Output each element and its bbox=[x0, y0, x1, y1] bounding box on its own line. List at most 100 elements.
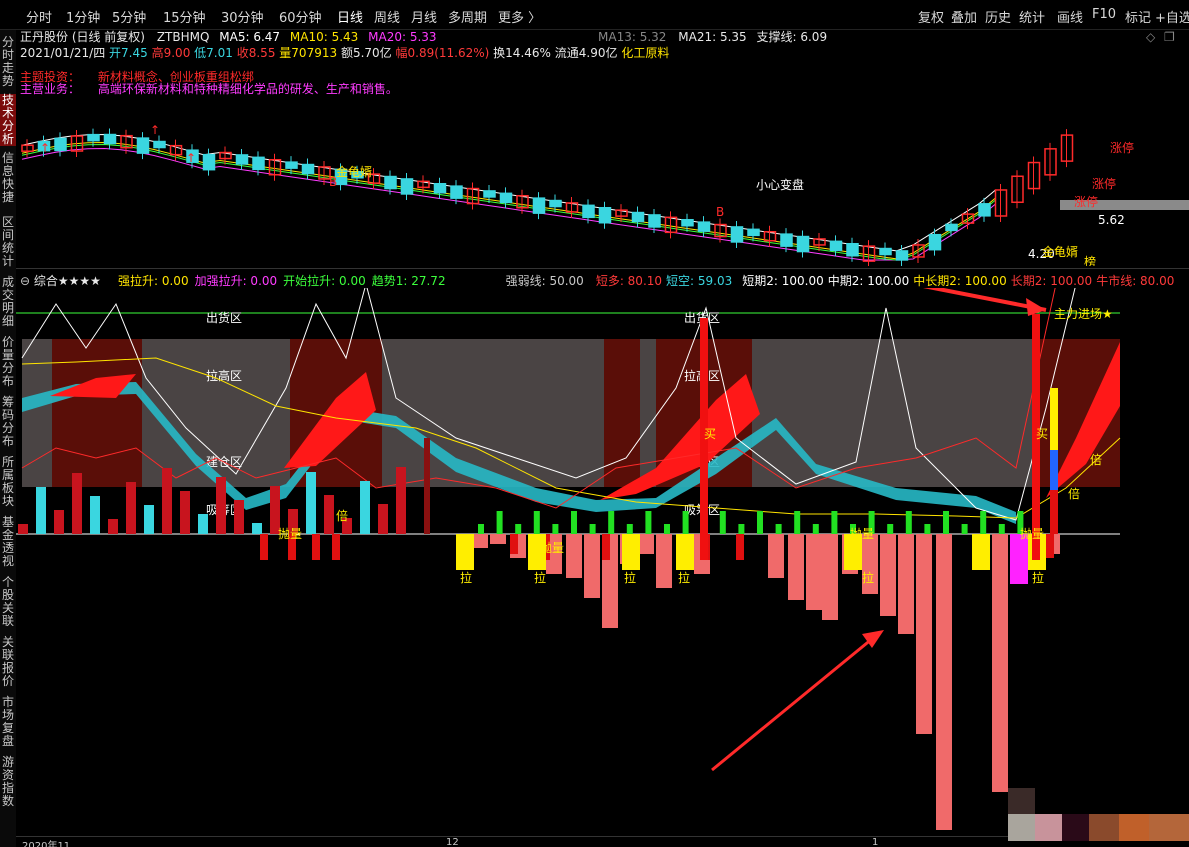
chart-annotation: 金龟婿 bbox=[336, 164, 372, 179]
green-signal-bar bbox=[664, 524, 670, 534]
up-arrow-icon: ↑ bbox=[40, 141, 50, 155]
green-signal-bar bbox=[738, 524, 745, 534]
sidebar-item-related-quote[interactable]: 关联报价 bbox=[0, 636, 16, 688]
red-small-bar bbox=[260, 534, 268, 560]
ma21-value: MA21: 5.35 bbox=[678, 30, 747, 44]
tab-5min[interactable]: 5分钟 bbox=[112, 7, 146, 26]
tab-multi-period[interactable]: 多周期 bbox=[448, 7, 487, 26]
candle-body bbox=[301, 163, 315, 175]
candle-body bbox=[483, 190, 496, 198]
yellow-block bbox=[622, 534, 640, 570]
magenta-block bbox=[1010, 534, 1028, 584]
sidebar-item-chip-dist[interactable]: 筹码分布 bbox=[0, 396, 16, 448]
sidebar-item-related-stock[interactable]: 个股关联 bbox=[0, 576, 16, 628]
signal-marker: 倍 bbox=[336, 508, 348, 523]
candle-body bbox=[202, 153, 216, 171]
signal-marker: 抛量 bbox=[1020, 526, 1044, 541]
tab-daily[interactable]: 日线 bbox=[337, 7, 363, 26]
volume-bar bbox=[144, 505, 154, 534]
draw-line-button[interactable]: 画线 bbox=[1057, 7, 1083, 26]
add-watchlist-button[interactable]: +自选 bbox=[1155, 7, 1189, 26]
candle-body bbox=[532, 197, 546, 214]
negative-bar bbox=[768, 534, 784, 578]
overlay-button[interactable]: 叠加 bbox=[951, 7, 977, 26]
sidebar-item-hot-money[interactable]: 游资指数 bbox=[0, 756, 16, 808]
indicator-item: 短期2: 100.00 bbox=[742, 274, 824, 288]
green-signal-bar bbox=[626, 524, 633, 534]
sidebar-item-fund[interactable]: 基金透视 bbox=[0, 516, 16, 568]
ma5-value: MA5: 6.47 bbox=[219, 30, 281, 44]
price-label-mid: 5.62 bbox=[1098, 213, 1125, 227]
sidebar-item-review[interactable]: 市场复盘 bbox=[0, 696, 16, 748]
sidebar-item-intraday[interactable]: 分时走势 bbox=[0, 36, 16, 88]
annotation-arrow bbox=[922, 288, 1047, 312]
tab-1min[interactable]: 1分钟 bbox=[66, 7, 100, 26]
green-signal-bar bbox=[812, 524, 819, 534]
indicator-header: ⊖ 综合★★★★ bbox=[20, 272, 101, 289]
diamond-icon[interactable]: ◇ bbox=[1146, 30, 1155, 44]
window-restore-icon[interactable]: ❐ bbox=[1164, 30, 1175, 44]
adjust-button[interactable]: 复权 bbox=[918, 7, 944, 26]
history-button[interactable]: 历史 bbox=[985, 7, 1011, 26]
candle-body bbox=[153, 140, 166, 149]
indicator-item: 强弱线: 50.00 bbox=[505, 274, 584, 288]
formula-code: ZTBHMQ bbox=[156, 30, 210, 44]
tab-fenshi[interactable]: 分时 bbox=[26, 7, 52, 26]
volume-bar bbox=[396, 467, 406, 534]
candle-body bbox=[400, 178, 414, 195]
main-chart-group: 9.005.624.20金龟婿小心变盘BB涨停涨停涨停金龟婿榜↑↑↑ bbox=[21, 123, 1189, 266]
ma20-value: MA20: 5.33 bbox=[368, 30, 437, 44]
candle-body bbox=[450, 185, 463, 199]
sidebar-item-volume-dist[interactable]: 价量分布 bbox=[0, 336, 16, 388]
tab-more[interactable]: 更多 〉 bbox=[498, 7, 541, 26]
signal-marker: 抛量 bbox=[540, 540, 564, 555]
green-signal-bar bbox=[831, 511, 838, 534]
indicator-chart-group: 出货区拉高区建仓区吸筹区出货区拉高区建仓区吸筹区抛量倍拉拉抛量拉拉抛量拉抛量拉买… bbox=[16, 288, 1121, 830]
candlestick-chart[interactable]: 9.005.624.20金龟婿小心变盘BB涨停涨停涨停金龟婿榜↑↑↑ bbox=[16, 90, 1189, 266]
negative-bar bbox=[656, 534, 672, 588]
change-value: 幅0.89(11.62%) bbox=[395, 46, 490, 60]
signal-marker: 买 bbox=[704, 427, 716, 441]
negative-bar bbox=[898, 534, 914, 634]
green-signal-bar bbox=[496, 511, 503, 534]
indicator-item: 短空: 59.03 bbox=[666, 274, 733, 288]
sidebar-item-range-stats[interactable]: 区间统计 bbox=[0, 216, 16, 268]
negative-bar bbox=[916, 534, 932, 734]
candle-body bbox=[829, 240, 843, 252]
zone-label: 出货区 bbox=[206, 310, 242, 325]
sidebar-item-technical[interactable]: 技术分析 bbox=[0, 94, 16, 146]
stats-button[interactable]: 统计 bbox=[1019, 7, 1045, 26]
indicator-item: 开始拉升: 0.00 bbox=[283, 274, 366, 288]
volume-bar bbox=[18, 524, 28, 534]
candle-body bbox=[87, 133, 100, 142]
tab-30min[interactable]: 30分钟 bbox=[221, 7, 264, 26]
sidebar-item-deals[interactable]: 成交明细 bbox=[0, 276, 16, 328]
tab-15min[interactable]: 15分钟 bbox=[163, 7, 206, 26]
indicator-collapse-icon[interactable]: ⊖ bbox=[20, 274, 30, 288]
indicator-item: 短多: 80.10 bbox=[595, 274, 663, 288]
sidebar-item-info[interactable]: 信息快捷 bbox=[0, 152, 16, 204]
stock-title: 正丹股份 (日线 前复权) bbox=[20, 30, 145, 44]
green-signal-bar bbox=[552, 524, 559, 534]
negative-bar bbox=[638, 534, 654, 554]
ma13-value: MA13: 5.32 bbox=[598, 30, 667, 44]
indicator-name[interactable]: 综合★★★★ bbox=[34, 274, 101, 288]
green-signal-bar bbox=[794, 511, 801, 534]
candle-body bbox=[978, 203, 991, 217]
tab-weekly[interactable]: 周线 bbox=[374, 7, 400, 26]
indicator-item: 牛市线: 80.00 bbox=[1096, 274, 1175, 288]
signal-marker: 抛量 bbox=[850, 526, 874, 541]
f10-button[interactable]: F10 bbox=[1092, 7, 1116, 22]
axis-label-dec: 12 bbox=[446, 837, 459, 847]
tab-60min[interactable]: 60分钟 bbox=[279, 7, 322, 26]
signal-marker: 抛量 bbox=[278, 526, 302, 541]
turnover-value: 换14.46% bbox=[493, 46, 551, 60]
indicator-chart[interactable]: 出货区拉高区建仓区吸筹区出货区拉高区建仓区吸筹区抛量倍拉拉抛量拉拉抛量拉抛量拉买… bbox=[16, 288, 1189, 836]
signal-marker: 拉 bbox=[678, 570, 690, 585]
signal-marker: 拉 bbox=[624, 570, 636, 585]
mark-button[interactable]: 标记 bbox=[1125, 7, 1151, 26]
tab-monthly[interactable]: 月线 bbox=[411, 7, 437, 26]
candle-body bbox=[136, 137, 150, 154]
volume-bar bbox=[324, 495, 334, 534]
sidebar-item-sector[interactable]: 所属板块 bbox=[0, 456, 16, 508]
